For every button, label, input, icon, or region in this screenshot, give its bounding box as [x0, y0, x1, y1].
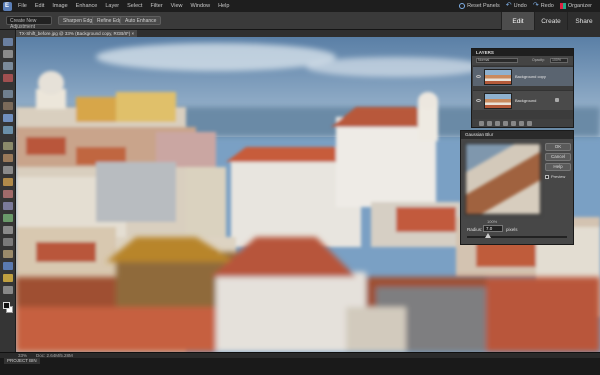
radius-field[interactable]: 7.0: [483, 225, 503, 232]
organizer-button[interactable]: Organizer: [559, 3, 592, 9]
menu-enhance[interactable]: Enhance: [72, 3, 102, 9]
preview-zoom[interactable]: 100%: [487, 219, 497, 224]
healing-brush-tool-icon[interactable]: [3, 154, 13, 162]
tab-share[interactable]: Share: [567, 12, 600, 30]
move-tool-icon[interactable]: [3, 38, 13, 46]
layer-tools: [473, 119, 573, 127]
quick-selection-tool-icon[interactable]: [3, 126, 13, 134]
menu-help[interactable]: Help: [214, 3, 233, 9]
blur-preview[interactable]: [465, 143, 541, 215]
adjustment-layer-icon[interactable]: [495, 120, 500, 126]
redo-button[interactable]: ↷ Redo: [532, 2, 554, 9]
lock-transparent-icon[interactable]: [519, 120, 524, 126]
reset-panels-icon: [459, 3, 466, 9]
menu-bar: E File Edit Image Enhance Layer Select Filter V…: [0, 0, 600, 12]
help-button[interactable]: Help: [545, 163, 571, 171]
menu-image[interactable]: Image: [48, 3, 71, 9]
tab-edit[interactable]: Edit: [501, 12, 534, 30]
sponge-tool-icon[interactable]: [3, 250, 13, 258]
pencil-tool-icon[interactable]: [3, 274, 13, 282]
mode-tabs: Edit Create Share: [501, 12, 600, 30]
layer-mask-icon[interactable]: [503, 120, 508, 126]
undo-icon: ↶: [505, 2, 512, 9]
menu-window[interactable]: Window: [187, 3, 215, 9]
auto-enhance-button[interactable]: Auto Enhance: [120, 16, 162, 25]
ok-button[interactable]: OK: [545, 143, 571, 151]
layer-options: Normal Opacity: 100%: [472, 56, 573, 65]
layer-row-background[interactable]: Background: [473, 90, 573, 110]
layer-name: Background copy: [515, 74, 546, 79]
foreground-color-swatch[interactable]: [3, 302, 10, 309]
menu-select[interactable]: Select: [123, 3, 146, 9]
radius-slider-thumb[interactable]: [485, 233, 491, 238]
opacity-label: Opacity:: [532, 58, 545, 62]
undo-button[interactable]: ↶ Undo: [505, 2, 527, 9]
app-logo: E: [0, 0, 14, 12]
radius-label: Radius:: [467, 227, 483, 232]
menu-layer[interactable]: Layer: [101, 3, 123, 9]
zoom-tool-icon[interactable]: [3, 50, 13, 58]
gaussian-blur-dialog: Gaussian Blur OK Cancel Help Preview 100…: [460, 130, 574, 245]
radius-slider-track[interactable]: [467, 236, 567, 238]
delete-layer-icon[interactable]: [511, 120, 516, 126]
redo-icon: ↷: [532, 2, 539, 9]
reset-panels-button[interactable]: Reset Panels: [459, 3, 500, 9]
menu-view[interactable]: View: [167, 3, 187, 9]
lock-icon: [555, 98, 559, 102]
straighten-tool-icon[interactable]: [3, 286, 13, 294]
layer-row-background-copy[interactable]: Background copy: [473, 66, 573, 86]
dialog-title: Gaussian Blur: [461, 131, 573, 139]
gradient-tool-icon[interactable]: [3, 214, 13, 222]
menu-edit[interactable]: Edit: [31, 3, 48, 9]
layers-panel: LAYERS Normal Opacity: 100% Background c…: [471, 48, 574, 128]
hand-tool-icon[interactable]: [3, 62, 13, 70]
red-eye-tool-icon[interactable]: [3, 142, 13, 150]
text-tool-icon[interactable]: [3, 262, 13, 270]
new-group-icon[interactable]: [487, 120, 492, 126]
lock-all-icon[interactable]: [527, 120, 532, 126]
document-tab[interactable]: TX-Shift_before.jpg @ 33% (Background co…: [16, 30, 138, 37]
opacity-field[interactable]: 100%: [550, 58, 568, 63]
blur-tool-icon[interactable]: [3, 238, 13, 246]
menu-right-actions: Reset Panels ↶ Undo ↷ Redo Organizer: [459, 0, 592, 12]
layer-thumbnail: [484, 69, 512, 85]
eye-icon[interactable]: [476, 75, 481, 78]
shape-tool-icon[interactable]: [3, 226, 13, 234]
magic-wand-tool-icon[interactable]: [3, 114, 13, 122]
eyedropper-tool-icon[interactable]: [3, 74, 13, 82]
menu-filter[interactable]: Filter: [146, 3, 166, 9]
eye-icon[interactable]: [476, 99, 481, 102]
preview-checkbox[interactable]: [545, 175, 549, 179]
layer-thumbnail: [484, 93, 512, 109]
layer-name: Background: [515, 98, 537, 103]
crop-tool-icon[interactable]: [3, 166, 13, 174]
marquee-tool-icon[interactable]: [3, 90, 13, 98]
paint-bucket-tool-icon[interactable]: [3, 202, 13, 210]
document-tab-bar: TX-Shift_before.jpg @ 33% (Background co…: [16, 30, 600, 37]
radius-unit: pixels: [506, 227, 518, 232]
menu-file[interactable]: File: [14, 3, 31, 9]
brush-tool-icon[interactable]: [3, 178, 13, 186]
lasso-tool-icon[interactable]: [3, 102, 13, 110]
toolbox: [0, 30, 16, 352]
tab-create[interactable]: Create: [534, 12, 567, 30]
new-layer-icon[interactable]: [479, 120, 484, 126]
preview-label: Preview: [551, 174, 566, 179]
cancel-button[interactable]: Cancel: [545, 153, 571, 161]
blend-mode-select[interactable]: Normal: [476, 58, 518, 63]
tool-options-field[interactable]: Create New Adjustment: [6, 16, 52, 30]
project-bin: PROJECT BIN: [0, 358, 600, 375]
layers-panel-title: LAYERS: [472, 49, 573, 56]
organizer-icon: [559, 3, 566, 9]
project-bin-label[interactable]: PROJECT BIN: [4, 358, 40, 364]
eraser-tool-icon[interactable]: [3, 190, 13, 198]
